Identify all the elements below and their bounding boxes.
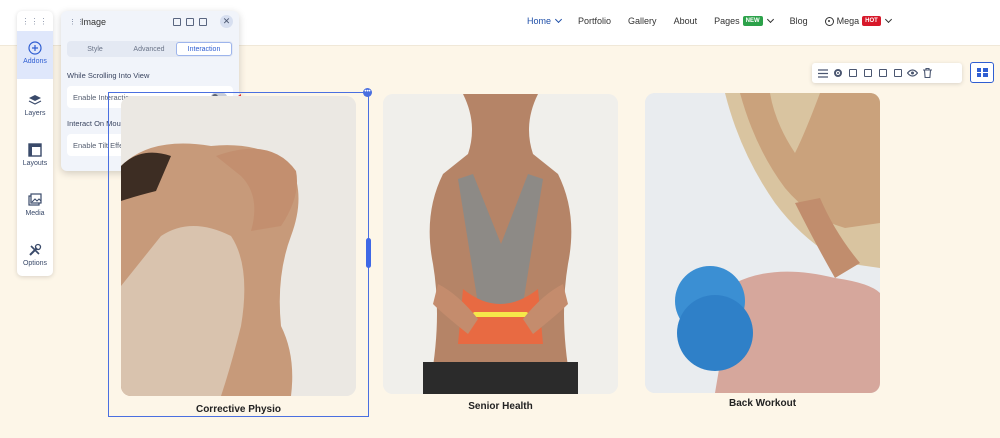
eye-icon[interactable]	[906, 67, 919, 79]
nav-blog[interactable]: Blog	[790, 16, 808, 26]
panel-title: Image	[81, 17, 107, 27]
element-toolbar	[812, 63, 962, 83]
nav-gallery[interactable]: Gallery	[628, 16, 657, 26]
builder-sidebar: ⋮⋮⋮ Addons Layers Layouts Media Options	[17, 11, 53, 276]
sidebar-item-layouts[interactable]: Layouts	[17, 139, 53, 179]
chevron-down-icon	[766, 15, 774, 24]
gear-icon[interactable]	[831, 67, 844, 79]
nav-gallery-label: Gallery	[628, 16, 657, 26]
nav-home[interactable]: Home	[527, 15, 563, 26]
nav-home-label: Home	[527, 16, 552, 26]
card-image-back-workout[interactable]	[645, 93, 880, 393]
nav-mega-label: Mega	[836, 16, 860, 26]
clipboard-icon[interactable]	[891, 67, 904, 79]
new-badge: NEW	[742, 16, 763, 26]
sidebar-item-media[interactable]: Media	[17, 189, 53, 229]
card-caption: Senior Health	[468, 401, 533, 412]
tab-style[interactable]: Style	[68, 42, 122, 56]
panel-header[interactable]: ⋮⋮ Image ✕	[61, 11, 239, 33]
plus-circle-icon	[28, 41, 42, 55]
nav-pages[interactable]: Pages NEW	[714, 15, 774, 26]
tools-icon	[29, 243, 42, 256]
nav-portfolio[interactable]: Portfolio	[578, 16, 611, 26]
sidebar-item-label: Media	[25, 210, 45, 217]
sidebar-item-label: Options	[22, 260, 48, 267]
duplicate-icon[interactable]	[876, 67, 889, 79]
media-icon	[28, 193, 42, 206]
close-icon[interactable]: ✕	[220, 15, 233, 28]
nav-about-label: About	[673, 16, 698, 26]
tab-advanced[interactable]: Advanced	[122, 42, 176, 56]
sidebar-item-label: Addons	[23, 58, 47, 65]
nav-mega[interactable]: Mega HOT	[824, 15, 892, 26]
section-label-scroll: While Scrolling Into View	[67, 71, 150, 80]
resize-handle[interactable]	[366, 238, 371, 268]
more-options-icon[interactable]: •••	[363, 88, 372, 97]
main-nav: Home Portfolio Gallery About Pages NEW B…	[527, 0, 908, 42]
sidebar-item-layers[interactable]: Layers	[17, 89, 53, 129]
popout-icon[interactable]	[173, 18, 181, 26]
nav-about[interactable]: About	[674, 16, 698, 26]
chevron-down-icon	[554, 15, 563, 24]
trash-icon[interactable]	[921, 67, 934, 79]
grid-icon[interactable]	[970, 62, 994, 83]
copy-icon[interactable]	[861, 67, 874, 79]
panel-tabs: Style Advanced Interaction	[67, 41, 233, 57]
sidebar-item-label: Layouts	[22, 160, 48, 167]
dock-left-icon[interactable]	[186, 18, 194, 26]
nav-pages-label: Pages	[714, 16, 740, 26]
card-caption: Back Workout	[728, 398, 797, 409]
back-pain-photo	[383, 94, 618, 394]
mega-icon	[824, 16, 834, 26]
hot-badge: HOT	[862, 16, 881, 26]
chevron-down-icon	[884, 15, 892, 24]
nav-blog-label: Blog	[789, 16, 808, 26]
selected-element-frame	[108, 92, 369, 417]
rows-icon[interactable]	[816, 67, 829, 79]
sidebar-item-options[interactable]: Options	[17, 239, 53, 279]
card-image-senior-health[interactable]	[383, 94, 618, 394]
sidebar-item-label: Layers	[24, 110, 46, 117]
nav-portfolio-label: Portfolio	[578, 16, 612, 26]
sidebar-item-addons[interactable]: Addons	[17, 31, 53, 79]
massage-ball-photo	[645, 93, 880, 393]
drag-grip-icon[interactable]: ⋮⋮⋮	[17, 11, 53, 31]
tab-interaction[interactable]: Interaction	[176, 42, 232, 56]
dock-right-icon[interactable]	[199, 18, 207, 26]
layout-icon	[28, 143, 42, 157]
layers-icon	[28, 95, 42, 105]
save-icon[interactable]	[846, 67, 859, 79]
